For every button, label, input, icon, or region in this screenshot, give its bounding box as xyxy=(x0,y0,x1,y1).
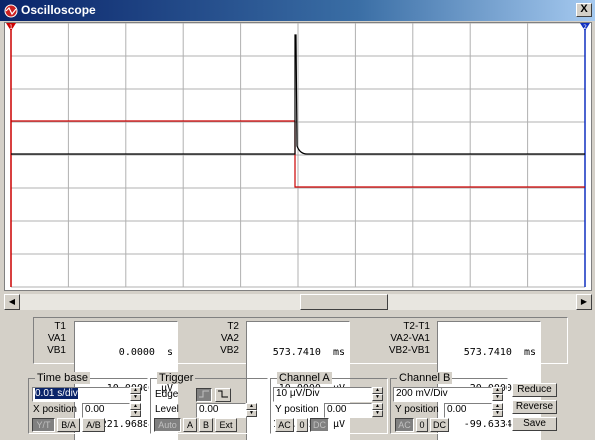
channel-b-group: Channel B 200 mV/Div ▲ ▼ Y position 0.00 … xyxy=(390,372,508,434)
window-title: Oscilloscope xyxy=(21,3,96,17)
scope-screen[interactable]: 1 2 xyxy=(4,22,592,291)
reduce-button[interactable]: Reduce xyxy=(512,383,557,397)
trigger-a-button[interactable]: A xyxy=(183,418,197,432)
level-label: Level xyxy=(155,404,179,415)
edge-label: Edge xyxy=(155,389,179,400)
channel-a-dc-button[interactable]: DC xyxy=(310,418,329,432)
channel-a-ac-button[interactable]: AC xyxy=(275,418,294,432)
channel-b-ypos-spinner[interactable]: ▲ ▼ xyxy=(492,403,503,418)
readout-col2-labels: T2 VA2 VB2 xyxy=(206,321,239,357)
va2-label: VA2 xyxy=(220,333,239,344)
close-button[interactable]: X xyxy=(576,3,592,17)
scroll-thumb[interactable] xyxy=(300,294,388,310)
channel-b-ypos-field[interactable]: 0.00 xyxy=(444,403,492,418)
mode-ba-button[interactable]: B/A xyxy=(57,418,80,432)
level-spinner[interactable]: ▲ ▼ xyxy=(246,403,257,418)
channel-b-scale-spinner[interactable]: ▲ ▼ xyxy=(492,387,503,402)
channel-a-group: Channel A 10 μV/Div ▲ ▼ Y position 0.00 ▲… xyxy=(270,372,388,434)
level-field[interactable]: 0.00 xyxy=(196,403,246,418)
readout-col1-labels: T1 VA1 VB1 xyxy=(36,321,66,357)
timebase-scale-value: 0.01 s/div xyxy=(35,388,78,399)
timebase-group: Time base 0.01 s/div ▲ ▼ X position 0.00 … xyxy=(28,372,148,434)
trigger-ext-button[interactable]: Ext xyxy=(215,418,237,432)
readout-col3-labels: T2-T1 VA2-VA1 VB2-VB1 xyxy=(382,321,430,357)
channel-b-ypos-label: Y position xyxy=(395,404,439,415)
timebase-scale-field[interactable]: 0.01 s/div xyxy=(32,387,130,402)
channel-a-scale-spinner[interactable]: ▲ ▼ xyxy=(372,387,383,402)
horizontal-scrollbar[interactable]: ◀ ▶ xyxy=(4,294,592,310)
oscilloscope-icon xyxy=(4,4,18,18)
channel-a-ypos-field[interactable]: 0.00 xyxy=(324,403,372,418)
vb2-vb1-label: VB2-VB1 xyxy=(388,345,430,356)
mode-ab-button[interactable]: A/B xyxy=(82,418,105,432)
trigger-title: Trigger xyxy=(157,372,196,384)
t2-t1-value: 573.7410 ms xyxy=(463,347,536,358)
channel-b-ac-button[interactable]: AC xyxy=(395,418,414,432)
trigger-group: Trigger Edge Level 0.00 ▲ ▼ Auto A B Ext xyxy=(150,372,268,434)
timebase-scale-spinner[interactable]: ▲ ▼ xyxy=(130,387,141,402)
reverse-button[interactable]: Reverse xyxy=(512,400,557,414)
xpos-label: X position xyxy=(33,404,77,415)
rising-edge-icon[interactable] xyxy=(196,388,212,402)
channel-a-scale-field[interactable]: 10 μV/Div xyxy=(273,387,372,402)
cursor-2-marker[interactable]: 2 xyxy=(580,23,590,31)
va1-label: VA1 xyxy=(47,333,66,344)
t2-t1-label: T2-T1 xyxy=(403,321,430,332)
channel-b-dc-button[interactable]: DC xyxy=(430,418,449,432)
cursor-1-label: 1 xyxy=(9,24,13,31)
channel-b-title: Channel B xyxy=(397,372,453,384)
trigger-b-button[interactable]: B xyxy=(199,418,213,432)
channel-a-ypos-label: Y position xyxy=(275,404,319,415)
trigger-auto-button[interactable]: Auto xyxy=(154,418,181,432)
scroll-left-button[interactable]: ◀ xyxy=(4,294,20,310)
scope-display xyxy=(10,23,586,288)
title-bar: Oscilloscope X xyxy=(0,0,595,21)
channel-b-zero-button[interactable]: 0 xyxy=(416,418,428,432)
channel-a-ypos-spinner[interactable]: ▲ ▼ xyxy=(372,403,383,418)
vb2-label: VB2 xyxy=(220,345,239,356)
cursor-1-marker[interactable]: 1 xyxy=(6,23,16,31)
save-button[interactable]: Save xyxy=(512,417,557,431)
cursor-2-label: 2 xyxy=(583,24,587,31)
mode-yt-button[interactable]: Y/T xyxy=(32,418,55,432)
timebase-title: Time base xyxy=(35,372,90,384)
vb1-label: VB1 xyxy=(47,345,66,356)
scroll-right-button[interactable]: ▶ xyxy=(576,294,592,310)
t2-value: 573.7410 ms xyxy=(272,347,345,358)
channel-a-zero-button[interactable]: 0 xyxy=(296,418,308,432)
xpos-spinner[interactable]: ▲ ▼ xyxy=(130,403,141,418)
falling-edge-icon[interactable] xyxy=(215,388,231,402)
t1-label: T1 xyxy=(54,321,66,332)
t1-value: 0.0000 s xyxy=(106,347,173,358)
channel-a-title: Channel A xyxy=(277,372,332,384)
channel-b-scale-field[interactable]: 200 mV/Div xyxy=(393,387,492,402)
t2-label: T2 xyxy=(227,321,239,332)
va2-va1-label: VA2-VA1 xyxy=(390,333,430,344)
xpos-field[interactable]: 0.00 xyxy=(82,403,130,418)
cursor-readout-panel: T1 VA1 VB1 0.0000 s 10.0000 μV 221.9688 … xyxy=(33,317,568,440)
